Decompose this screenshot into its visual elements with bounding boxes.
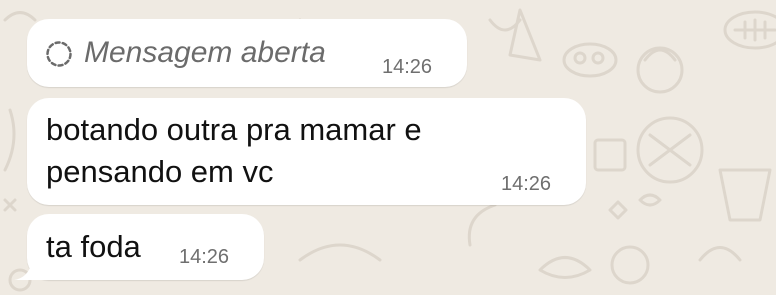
message-text-line-1: botando outra pra mamar e bbox=[46, 112, 422, 147]
view-once-opened-icon bbox=[46, 41, 72, 67]
message-text: ta foda bbox=[46, 229, 141, 264]
message-timestamp: 14:26 bbox=[179, 246, 230, 268]
message-timestamp: 14:26 bbox=[501, 173, 552, 195]
message-text-line-2: pensando em vc bbox=[46, 154, 274, 189]
message-timestamp: 14:26 bbox=[382, 56, 433, 78]
message-text: Mensagem aberta bbox=[84, 36, 326, 69]
